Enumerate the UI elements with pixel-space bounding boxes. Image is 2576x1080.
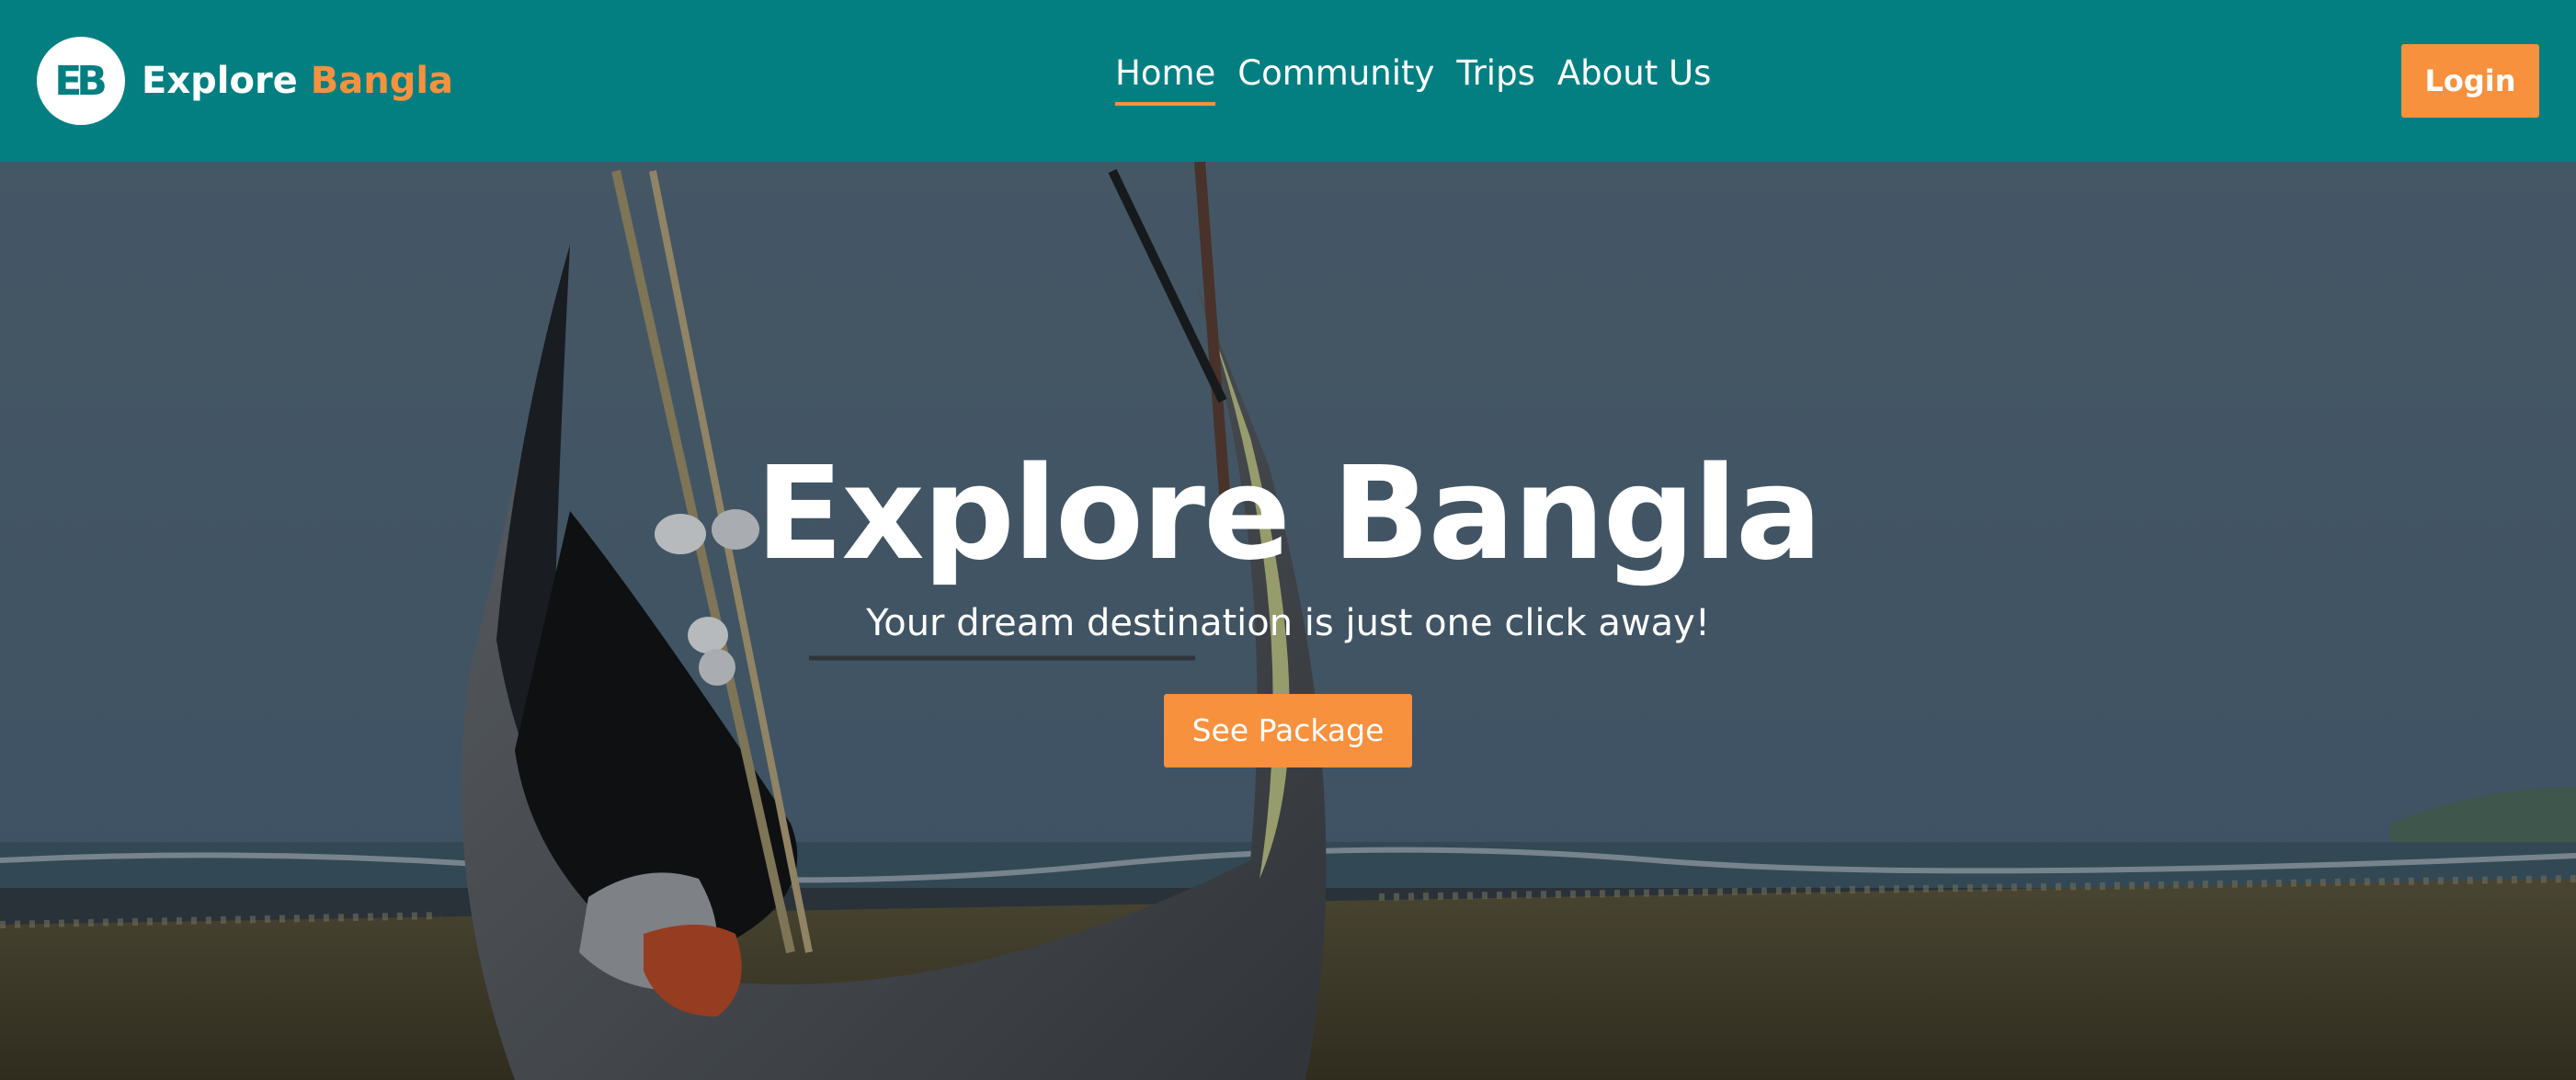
login-button[interactable]: Login bbox=[2401, 44, 2539, 118]
brand-name: Explore Bangla bbox=[142, 60, 453, 102]
nav-link-trips[interactable]: Trips bbox=[1456, 53, 1534, 106]
brand-name-accent: Bangla bbox=[310, 60, 454, 102]
hero-subtitle: Your dream destination is just one click… bbox=[866, 602, 1710, 644]
see-package-button[interactable]: See Package bbox=[1164, 694, 1412, 767]
nav-link-home[interactable]: Home bbox=[1115, 53, 1216, 106]
brand-logo: EB bbox=[37, 37, 125, 125]
hero-title: Explore Bangla bbox=[755, 439, 1823, 589]
hero-content: Explore Bangla Your dream destination is… bbox=[0, 447, 2576, 767]
navbar: EB Explore Bangla Home Community Trips A… bbox=[0, 0, 2576, 162]
brand-name-primary: Explore bbox=[142, 60, 298, 102]
nav-link-about-us[interactable]: About Us bbox=[1557, 53, 1712, 106]
hero-section: Explore Bangla Your dream destination is… bbox=[0, 162, 2576, 1080]
brand[interactable]: EB Explore Bangla bbox=[37, 37, 453, 125]
nav-links: Home Community Trips About Us bbox=[1115, 53, 1711, 106]
nav-link-community[interactable]: Community bbox=[1237, 53, 1434, 106]
